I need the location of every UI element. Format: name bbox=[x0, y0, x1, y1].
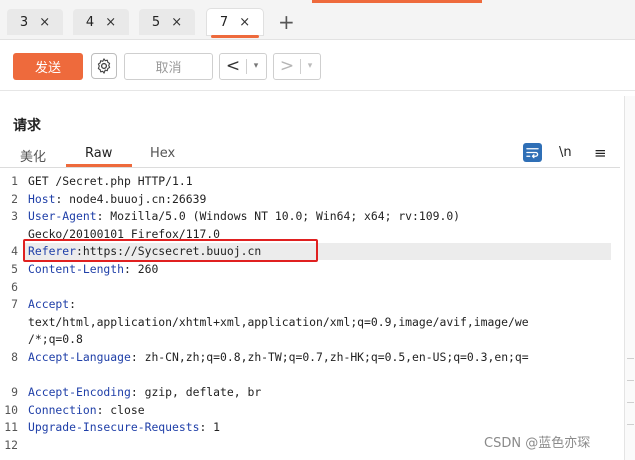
send-button[interactable]: 发送 bbox=[13, 53, 83, 80]
line-number: 8 bbox=[11, 350, 18, 364]
menu-icon[interactable]: ≡ bbox=[594, 144, 607, 162]
tab-hex[interactable]: Hex bbox=[150, 146, 175, 161]
tab-5[interactable]: 5 × bbox=[139, 9, 195, 35]
code-line: Accept-Language: zh-CN,zh;q=0.8,zh-TW;q=… bbox=[28, 350, 529, 364]
header-name: Upgrade-Insecure-Requests bbox=[28, 420, 200, 434]
header-value: : bbox=[69, 297, 77, 311]
back-arrow-icon[interactable]: < bbox=[220, 54, 246, 79]
back-nav-group[interactable]: < ▾ bbox=[219, 53, 267, 80]
forward-nav-group[interactable]: > ▾ bbox=[273, 53, 321, 80]
forward-arrow-icon[interactable]: > bbox=[274, 54, 300, 79]
code-line: Connection: close bbox=[28, 403, 145, 417]
new-tab-icon[interactable]: + bbox=[278, 10, 295, 34]
line-number: 6 bbox=[11, 280, 18, 294]
header-name: Accept bbox=[28, 297, 70, 311]
code-line: Accept-Encoding: gzip, deflate, br bbox=[28, 385, 261, 399]
settings-button[interactable] bbox=[91, 53, 117, 79]
tab-4[interactable]: 4 × bbox=[73, 9, 129, 35]
panel-title: 请求 bbox=[13, 118, 41, 134]
annotation-box bbox=[23, 239, 318, 262]
header-value: : 1 bbox=[199, 420, 221, 434]
line-number: 7 bbox=[11, 297, 18, 311]
close-icon[interactable]: × bbox=[171, 15, 182, 30]
line-number: 5 bbox=[11, 262, 18, 276]
word-wrap-button[interactable] bbox=[523, 143, 542, 162]
scroll-tick bbox=[627, 424, 634, 425]
header-name: Host bbox=[28, 192, 56, 206]
watermark: CSDN @蓝色亦琛 bbox=[484, 436, 591, 451]
word-wrap-icon bbox=[526, 148, 539, 159]
code-line: Host: node4.buuoj.cn:26639 bbox=[28, 192, 206, 206]
close-icon[interactable]: × bbox=[105, 15, 116, 30]
tab-3[interactable]: 3 × bbox=[7, 9, 63, 35]
code-line: User-Agent: Mozilla/5.0 (Windows NT 10.0… bbox=[28, 209, 460, 223]
active-tab-indicator bbox=[211, 35, 259, 38]
tab-strip: 3 × 4 × 5 × 7 × + bbox=[0, 0, 635, 40]
header-name: User-Agent bbox=[28, 209, 97, 223]
tab-label: 3 bbox=[19, 14, 29, 30]
line-number: 4 bbox=[11, 244, 18, 258]
header-value: GET /Secret.php HTTP/1.1 bbox=[28, 174, 193, 188]
header-value: : 260 bbox=[124, 262, 159, 276]
line-number: 3 bbox=[11, 209, 18, 223]
line-number: 12 bbox=[4, 438, 18, 452]
line-number: 11 bbox=[4, 420, 18, 434]
header-name: Accept-Language bbox=[28, 350, 131, 364]
header-value: /*;q=0.8 bbox=[28, 332, 83, 346]
close-icon[interactable]: × bbox=[239, 15, 250, 30]
line-number: 9 bbox=[11, 385, 18, 399]
header-name: Connection bbox=[28, 403, 97, 417]
header-value: : gzip, deflate, br bbox=[130, 385, 262, 399]
tab-pretty[interactable]: 美化 bbox=[20, 146, 46, 165]
line-number: 2 bbox=[11, 192, 18, 206]
tab-label: 5 bbox=[151, 14, 161, 30]
header-value: : node4.buuoj.cn:26639 bbox=[55, 192, 207, 206]
code-line: Content-Length: 260 bbox=[28, 262, 158, 276]
header-value: : Mozilla/5.0 (Windows NT 10.0; Win64; x… bbox=[96, 209, 461, 223]
code-line: Upgrade-Insecure-Requests: 1 bbox=[28, 420, 220, 434]
tab-raw[interactable]: Raw bbox=[85, 146, 112, 161]
cancel-button[interactable]: 取消 bbox=[124, 53, 213, 80]
chevron-down-icon[interactable]: ▾ bbox=[247, 54, 265, 79]
tab-label: 4 bbox=[85, 14, 95, 30]
code-line: GET /Secret.php HTTP/1.1 bbox=[28, 174, 193, 188]
header-value: : zh-CN,zh;q=0.8,zh-TW;q=0.7,zh-HK;q=0.5… bbox=[130, 350, 529, 364]
scroll-tick bbox=[627, 380, 634, 381]
code-line: text/html,application/xhtml+xml,applicat… bbox=[28, 315, 529, 329]
tab-label: 7 bbox=[219, 14, 229, 30]
gear-icon bbox=[97, 58, 111, 74]
header-name: Accept-Encoding bbox=[28, 385, 131, 399]
header-name: Content-Length bbox=[28, 262, 125, 276]
line-number: 10 bbox=[4, 403, 18, 417]
toolbar: 发送 取消 < ▾ > ▾ bbox=[0, 41, 635, 91]
newline-toggle[interactable]: \n bbox=[559, 145, 572, 160]
active-tab-indicator bbox=[66, 164, 132, 167]
tab-7[interactable]: 7 × bbox=[207, 9, 263, 38]
header-value: : close bbox=[96, 403, 145, 417]
scroll-tick bbox=[627, 358, 634, 359]
raw-request-editor[interactable]: 1 GET /Secret.php HTTP/1.1 2 Host: node4.bu… bbox=[0, 172, 620, 460]
code-line: /*;q=0.8 bbox=[28, 332, 83, 346]
scrollbar[interactable] bbox=[624, 96, 635, 460]
tab-strip-accent bbox=[312, 0, 482, 3]
header-value: text/html,application/xhtml+xml,applicat… bbox=[28, 315, 529, 329]
chevron-down-icon[interactable]: ▾ bbox=[301, 54, 319, 79]
close-icon[interactable]: × bbox=[39, 15, 50, 30]
line-number: 1 bbox=[11, 174, 18, 188]
code-line: Accept: bbox=[28, 297, 76, 311]
scroll-tick bbox=[627, 402, 634, 403]
